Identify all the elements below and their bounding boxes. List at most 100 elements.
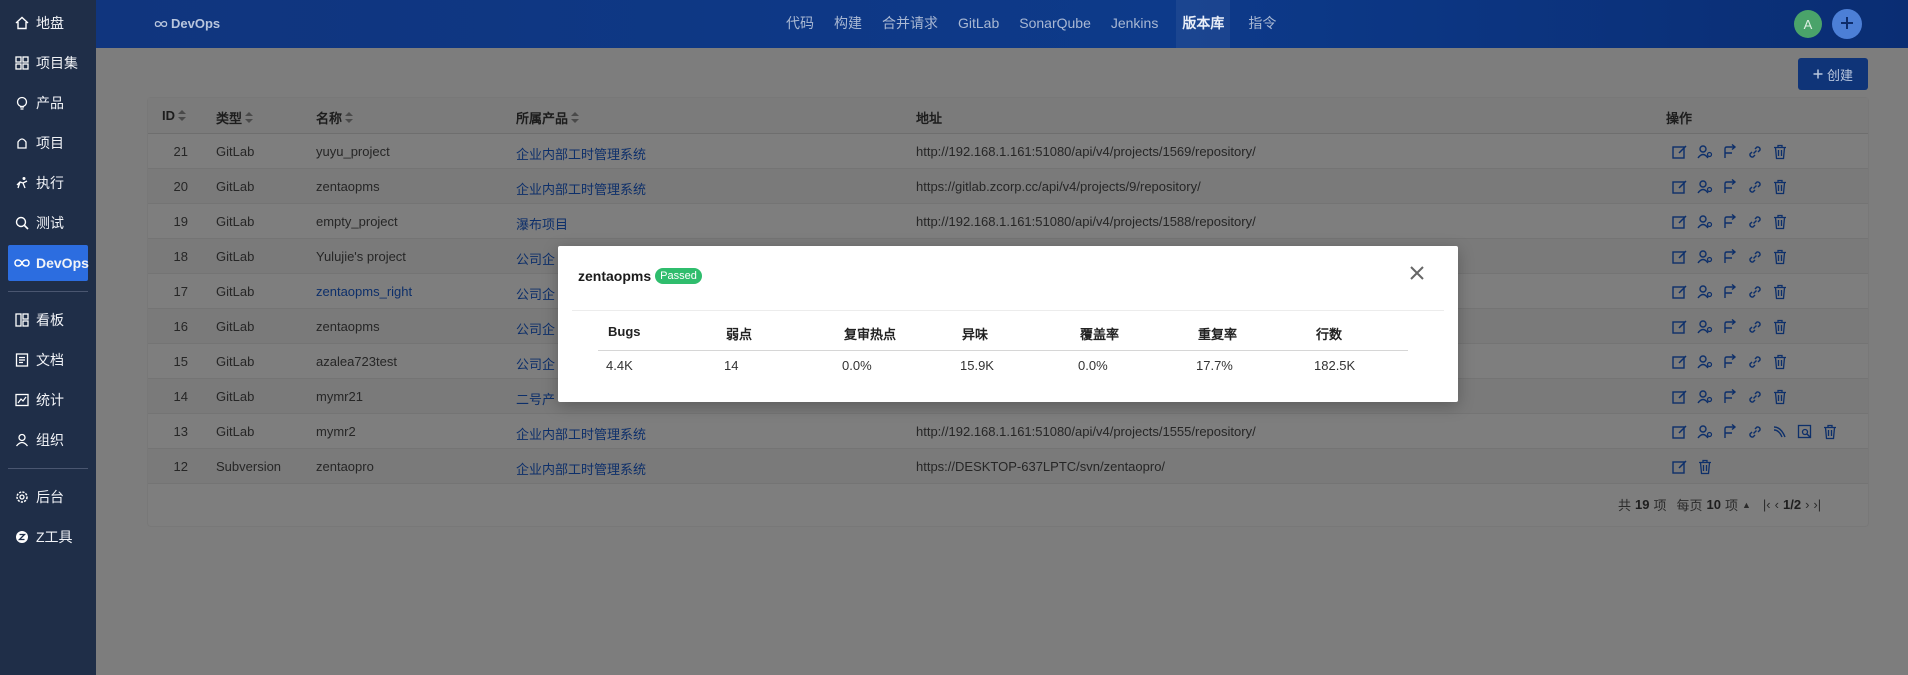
edit-icon[interactable] (1670, 317, 1689, 336)
cell-name[interactable]: Yulujie's project (316, 249, 406, 264)
edit-icon[interactable] (1670, 387, 1689, 406)
sidebar-item-devops[interactable]: DevOps (8, 245, 89, 281)
delete-icon[interactable] (1770, 212, 1789, 231)
delete-icon[interactable] (1820, 422, 1839, 441)
cell-product[interactable]: 企业内部工时管理系统 (516, 459, 646, 478)
link-icon[interactable] (1745, 177, 1764, 196)
cell-product[interactable]: 公司企 (516, 354, 555, 373)
delete-icon[interactable] (1770, 282, 1789, 301)
branch-icon[interactable] (1720, 422, 1739, 441)
nav-sonarqube[interactable]: SonarQube (1017, 0, 1093, 48)
branch-icon[interactable] (1720, 352, 1739, 371)
cell-name[interactable]: mymr2 (316, 424, 356, 439)
header-type[interactable]: 类型 (216, 108, 254, 127)
link-icon[interactable] (1745, 282, 1764, 301)
report-icon[interactable] (1795, 422, 1814, 441)
branch-icon[interactable] (1720, 317, 1739, 336)
nav-command[interactable]: 指令 (1246, 0, 1278, 48)
link-icon[interactable] (1745, 352, 1764, 371)
cell-name[interactable]: zentaopms (316, 319, 380, 334)
permission-icon[interactable] (1695, 142, 1714, 161)
branch-icon[interactable] (1720, 387, 1739, 406)
sidebar-item-stats[interactable]: 统计 (8, 382, 88, 418)
branch-icon[interactable] (1720, 212, 1739, 231)
link-icon[interactable] (1745, 387, 1764, 406)
edit-icon[interactable] (1670, 142, 1689, 161)
cell-name[interactable]: yuyu_project (316, 144, 390, 159)
cell-product[interactable]: 公司企 (516, 319, 555, 338)
branch-icon[interactable] (1720, 142, 1739, 161)
sidebar-item-org[interactable]: 组织 (8, 422, 88, 458)
caret-up-icon[interactable]: ▲ (1742, 500, 1751, 510)
close-button[interactable] (1408, 264, 1428, 284)
permission-icon[interactable] (1695, 212, 1714, 231)
link-icon[interactable] (1745, 212, 1764, 231)
nav-code[interactable]: 代码 (784, 0, 816, 48)
cell-product[interactable]: 企业内部工时管理系统 (516, 144, 646, 163)
cell-product[interactable]: 瀑布项目 (516, 214, 568, 233)
sidebar-item-admin[interactable]: 后台 (8, 479, 88, 515)
nav-merge-request[interactable]: 合并请求 (880, 0, 940, 48)
quick-add-button[interactable] (1832, 9, 1862, 39)
delete-icon[interactable] (1770, 317, 1789, 336)
header-product[interactable]: 所属产品 (516, 108, 580, 127)
cell-product[interactable]: 企业内部工时管理系统 (516, 424, 646, 443)
last-page-icon[interactable]: ›| (1813, 497, 1821, 512)
edit-icon[interactable] (1670, 177, 1689, 196)
create-button[interactable]: 创建 (1798, 58, 1868, 90)
branch-icon[interactable] (1720, 247, 1739, 266)
sidebar-item-home[interactable]: 地盘 (8, 5, 88, 41)
delete-icon[interactable] (1770, 387, 1789, 406)
nav-repository[interactable]: 版本库 (1176, 0, 1231, 48)
edit-icon[interactable] (1670, 457, 1689, 476)
sidebar-item-execution[interactable]: 执行 (8, 165, 88, 201)
cell-product[interactable]: 公司企 (516, 249, 555, 268)
sidebar-item-test[interactable]: 测试 (8, 205, 88, 241)
cell-product[interactable]: 二号产 (516, 389, 555, 408)
permission-icon[interactable] (1695, 317, 1714, 336)
prev-page-icon[interactable]: ‹ (1775, 497, 1779, 512)
cell-name[interactable]: empty_project (316, 214, 398, 229)
edit-icon[interactable] (1670, 352, 1689, 371)
sidebar-item-program[interactable]: 项目集 (8, 45, 88, 81)
wave-icon[interactable] (1770, 422, 1789, 441)
cell-name[interactable]: zentaopro (316, 459, 374, 474)
permission-icon[interactable] (1695, 247, 1714, 266)
link-icon[interactable] (1745, 317, 1764, 336)
permission-icon[interactable] (1695, 352, 1714, 371)
link-icon[interactable] (1745, 142, 1764, 161)
delete-icon[interactable] (1695, 457, 1714, 476)
nav-build[interactable]: 构建 (832, 0, 864, 48)
nav-jenkins[interactable]: Jenkins (1109, 0, 1160, 48)
permission-icon[interactable] (1695, 177, 1714, 196)
cell-name[interactable]: mymr21 (316, 389, 363, 404)
delete-icon[interactable] (1770, 352, 1789, 371)
branch-icon[interactable] (1720, 282, 1739, 301)
sidebar-item-ztool[interactable]: Z工具 (8, 519, 88, 555)
sidebar-item-project[interactable]: 项目 (8, 125, 88, 161)
link-icon[interactable] (1745, 247, 1764, 266)
delete-icon[interactable] (1770, 247, 1789, 266)
permission-icon[interactable] (1695, 422, 1714, 441)
edit-icon[interactable] (1670, 282, 1689, 301)
delete-icon[interactable] (1770, 142, 1789, 161)
edit-icon[interactable] (1670, 212, 1689, 231)
first-page-icon[interactable]: |‹ (1763, 497, 1771, 512)
cell-name[interactable]: azalea723test (316, 354, 397, 369)
branch-icon[interactable] (1720, 177, 1739, 196)
edit-icon[interactable] (1670, 422, 1689, 441)
sidebar-item-doc[interactable]: 文档 (8, 342, 88, 378)
avatar[interactable]: A (1794, 10, 1822, 38)
permission-icon[interactable] (1695, 282, 1714, 301)
delete-icon[interactable] (1770, 177, 1789, 196)
cell-name[interactable]: zentaopms_right (316, 284, 412, 299)
nav-gitlab[interactable]: GitLab (956, 0, 1001, 48)
permission-icon[interactable] (1695, 387, 1714, 406)
link-icon[interactable] (1745, 422, 1764, 441)
header-id[interactable]: ID (162, 108, 186, 123)
sidebar-item-product[interactable]: 产品 (8, 85, 88, 121)
edit-icon[interactable] (1670, 247, 1689, 266)
header-name[interactable]: 名称 (316, 108, 354, 127)
cell-product[interactable]: 企业内部工时管理系统 (516, 179, 646, 198)
cell-name[interactable]: zentaopms (316, 179, 380, 194)
